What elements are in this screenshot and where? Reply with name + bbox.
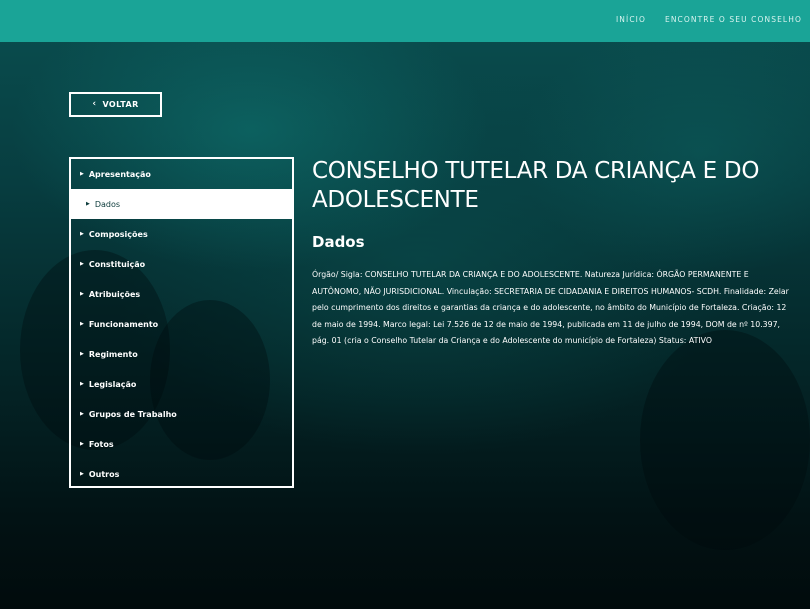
menu-item-fotos[interactable]: ▶ Fotos [71, 429, 292, 459]
back-button-label: VOLTAR [102, 100, 139, 109]
nav-link-inicio[interactable]: INÍCIO [616, 15, 646, 24]
section-heading: Dados [312, 233, 365, 251]
caret-right-icon: ▶ [80, 171, 84, 177]
top-navigation-bar: INÍCIO ENCONTRE O SEU CONSELHO [0, 0, 810, 42]
caret-right-icon: ▶ [80, 351, 84, 357]
menu-item-label: Apresentação [88, 169, 151, 179]
chevron-left-icon: ‹ [92, 99, 97, 109]
menu-item-label: Fotos [88, 439, 114, 449]
menu-item-funcionamento[interactable]: ▶ Funcionamento [71, 309, 292, 339]
menu-item-constituicao[interactable]: ▶ Constituição [71, 249, 292, 279]
back-button[interactable]: ‹ VOLTAR [69, 92, 162, 117]
caret-right-icon: ▶ [80, 471, 84, 477]
menu-item-label: Composições [88, 229, 148, 239]
menu-item-dados[interactable]: ▶ Dados [71, 189, 292, 219]
menu-item-grupos-de-trabalho[interactable]: ▶ Grupos de Trabalho [71, 399, 292, 429]
menu-item-label: Grupos de Trabalho [88, 409, 177, 419]
menu-item-label: Regimento [88, 349, 138, 359]
menu-item-label: Constituição [88, 259, 146, 269]
sidebar-menu: ▶ Apresentação ▶ Dados ▶ Composições ▶ C… [69, 157, 294, 488]
menu-item-legislacao[interactable]: ▶ Legislação [71, 369, 292, 399]
menu-item-label: Legislação [88, 379, 137, 389]
menu-item-composicoes[interactable]: ▶ Composições [71, 219, 292, 249]
menu-item-apresentacao[interactable]: ▶ Apresentação [71, 159, 292, 189]
caret-right-icon: ▶ [80, 231, 84, 237]
menu-item-outros[interactable]: ▶ Outros [71, 459, 292, 489]
caret-right-icon: ▶ [80, 441, 84, 447]
caret-right-icon: ▶ [80, 261, 84, 267]
caret-right-icon: ▶ [80, 321, 84, 327]
nav-link-encontre-conselho[interactable]: ENCONTRE O SEU CONSELHO [665, 15, 802, 24]
caret-right-icon: ▶ [80, 411, 84, 417]
page-title: CONSELHO TUTELAR DA CRIANÇA E DO ADOLESC… [312, 158, 760, 213]
section-body-text: Órgão/ Sigla: CONSELHO TUTELAR DA CRIANÇ… [312, 270, 789, 345]
menu-item-label: Funcionamento [88, 319, 159, 329]
caret-right-icon: ▶ [86, 201, 90, 207]
menu-item-atribuicoes[interactable]: ▶ Atribuições [71, 279, 292, 309]
menu-item-label: Dados [94, 199, 121, 209]
menu-item-label: Atribuições [88, 289, 141, 299]
menu-item-regimento[interactable]: ▶ Regimento [71, 339, 292, 369]
caret-right-icon: ▶ [80, 291, 84, 297]
menu-item-label: Outros [88, 469, 120, 479]
caret-right-icon: ▶ [80, 381, 84, 387]
